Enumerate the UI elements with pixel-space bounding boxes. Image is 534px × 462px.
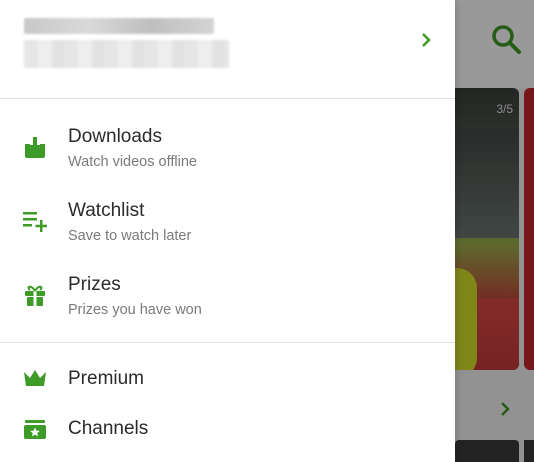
menu-item-watchlist[interactable]: Watchlist Save to watch later (0, 186, 455, 250)
playlist-add-icon (23, 212, 47, 232)
gift-icon (25, 285, 45, 306)
profile-header[interactable] (0, 0, 455, 98)
chevron-right-icon[interactable] (416, 30, 436, 50)
menu-item-label: Channels (68, 418, 149, 439)
crown-icon (24, 370, 46, 386)
menu-item-label: Prizes (68, 274, 121, 295)
menu-item-channels[interactable]: Channels (0, 406, 455, 452)
download-icon (25, 137, 45, 158)
divider (0, 98, 455, 99)
menu-item-sublabel: Save to watch later (68, 228, 192, 244)
channels-icon (24, 420, 46, 439)
navigation-drawer: Downloads Watch videos offline Watchlist… (0, 0, 455, 462)
menu-item-premium[interactable]: Premium (0, 356, 455, 402)
blurred-user-name (24, 18, 214, 34)
menu-item-sublabel: Prizes you have won (68, 302, 202, 318)
divider (0, 342, 455, 343)
menu-item-sublabel: Watch videos offline (68, 154, 197, 170)
menu-item-prizes[interactable]: Prizes Prizes you have won (0, 260, 455, 324)
drawer-scrim[interactable] (455, 0, 534, 462)
blurred-user-detail (24, 40, 229, 68)
menu-item-label: Premium (68, 368, 145, 389)
menu-item-label: Downloads (68, 126, 162, 147)
menu-item-downloads[interactable]: Downloads Watch videos offline (0, 112, 455, 176)
menu-item-label: Watchlist (68, 200, 145, 221)
